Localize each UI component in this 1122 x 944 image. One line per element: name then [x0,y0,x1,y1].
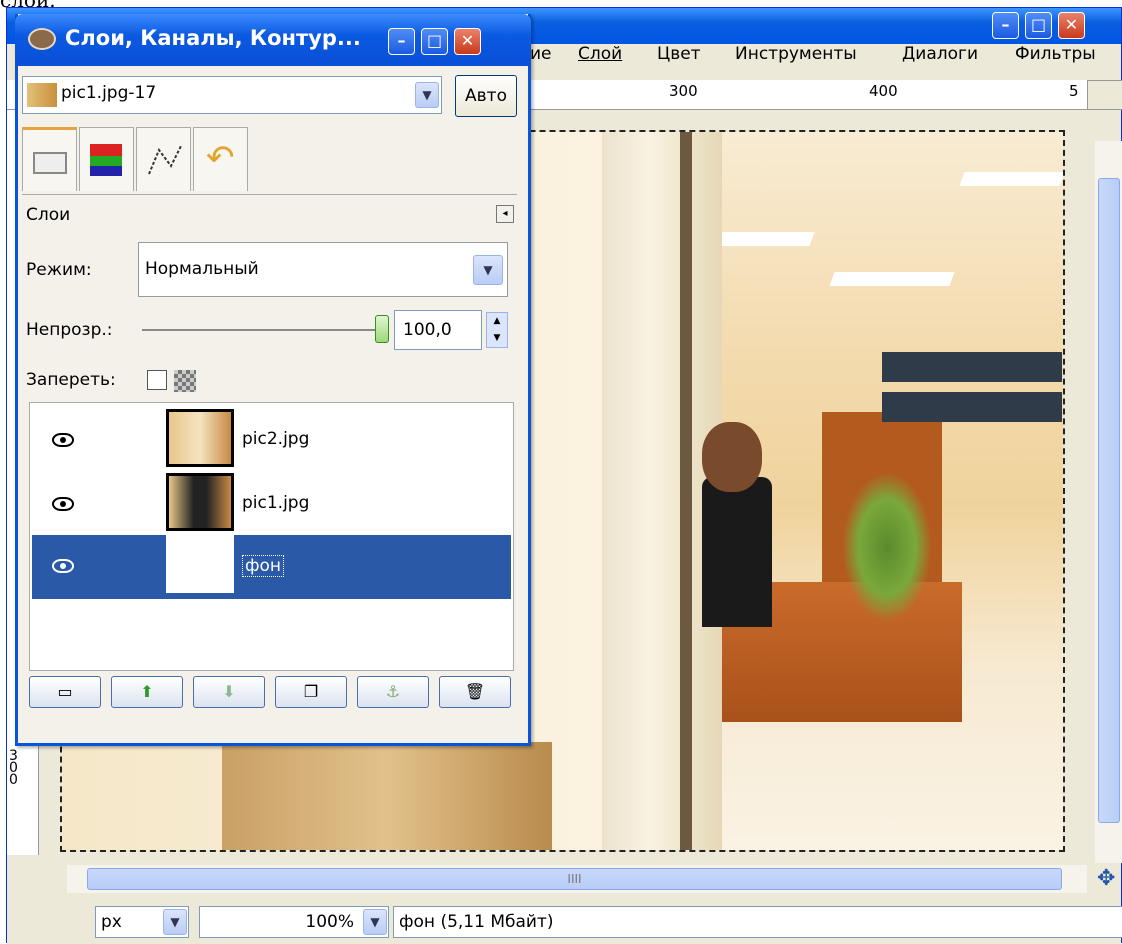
status-bar: px ▼ 100% ▼ фон (5,11 Мбайт) [7,903,1122,944]
dialog-title: Слои, Каналы, Контур... [65,26,361,50]
panel-menu-icon[interactable]: ◂ [496,205,514,223]
layer-row[interactable]: pic2.jpg [32,409,511,473]
blue-channel-icon [90,166,122,176]
navigate-icon[interactable]: ✥ [1097,866,1115,891]
unit-value: px [101,912,122,932]
layer-row[interactable]: pic1.jpg [32,473,511,537]
chevron-down-icon[interactable]: ▼ [363,909,387,935]
duplicate-layer-icon[interactable]: ❐ [275,676,347,708]
opacity-stepper-icon[interactable]: ▲ ▼ [486,312,508,348]
photo-light [959,172,1063,186]
mode-value: Нормальный [145,259,259,279]
photo-light [829,272,955,286]
image-select-value: pic1.jpg-17 [61,83,157,103]
layers-tab-icon[interactable] [22,127,77,191]
layer-thumbnail [166,409,234,467]
image-thumb-icon [27,83,57,107]
photo-pillar-edge [680,132,692,850]
lock-pixels-checkbox[interactable] [147,370,167,390]
eye-icon[interactable] [52,433,74,447]
undo-tab-icon[interactable]: ↶ [193,127,248,191]
dialog-titlebar: Слои, Каналы, Контур... – □ ✕ [15,14,531,66]
auto-button[interactable]: Авто [455,75,517,117]
minimize-button[interactable]: – [388,28,415,55]
zoom-value: 100% [305,912,354,932]
chevron-down-icon[interactable]: ▼ [163,909,187,935]
opacity-value: 100,0 [403,320,452,340]
panel-title: Слои [26,205,71,225]
photo-plant [842,472,932,622]
zoom-select[interactable]: 100% [199,906,389,938]
ruler-label: 300 [9,748,18,788]
mode-select[interactable]: Нормальный ▼ [138,242,508,297]
new-layer-icon[interactable]: ▭ [29,676,101,708]
opacity-spinbox[interactable]: 100,0 [394,310,482,350]
menu-layer[interactable]: Слой [578,44,622,64]
status-info: фон (5,11 Мбайт) [393,906,1122,938]
photo-wood-panel [222,742,552,850]
layers-dialog: Слои, Каналы, Контур... – □ ✕ pic1.jpg-1… [15,14,531,746]
undo-glyph-icon: ↶ [206,138,235,178]
ruler-label: 5 [1069,82,1079,100]
chevron-down-icon[interactable]: ▼ [415,82,439,108]
layer-button-bar: ▭ ⬆ ⬇ ❐ ⚓ 🗑 [29,676,514,710]
dialog-tabs: ↶ [22,127,517,192]
raise-layer-icon[interactable]: ⬆ [111,676,183,708]
lock-alpha-icon[interactable] [174,370,196,392]
channels-tab-icon[interactable] [79,127,134,191]
chevron-down-icon[interactable]: ▼ [473,255,503,285]
ruler-label: 400 [869,82,898,100]
ruler-label: 300 [669,82,698,100]
paths-glyph-icon [148,145,182,175]
layer-row-selected[interactable]: фон [32,535,511,599]
vertical-scroll-thumb[interactable] [1098,178,1120,823]
gimp-icon [28,28,56,50]
zoom-toggle-icon[interactable] [1087,80,1122,110]
menu-dialogs[interactable]: Диалоги [902,44,978,64]
close-button[interactable]: ✕ [1058,12,1085,39]
paths-tab-icon[interactable] [136,127,191,191]
menu-color[interactable]: Цвет [657,44,701,64]
photo-person-head [702,422,762,492]
layer-thumbnail [166,473,234,531]
lower-layer-icon[interactable]: ⬇ [193,676,265,708]
layer-name: pic1.jpg [242,493,310,513]
image-select[interactable]: pic1.jpg-17 ▼ [22,76,442,114]
horizontal-scroll-thumb[interactable]: IIII [87,868,1062,890]
mode-label: Режим: [26,260,92,280]
minimize-button[interactable]: – [992,12,1019,39]
lock-label: Запереть: [26,370,116,390]
delete-layer-icon[interactable]: 🗑 [439,676,511,708]
eye-icon[interactable] [52,497,74,511]
opacity-label: Непрозр.: [26,320,113,340]
photo-person-body [702,477,772,627]
opacity-slider-track[interactable] [142,329,382,331]
maximize-button[interactable]: □ [1025,12,1052,39]
menu-item-partial[interactable]: ие [530,44,552,64]
layers-glyph-icon [33,152,67,174]
layer-list[interactable]: pic2.jpg pic1.jpg фон [29,402,514,671]
menu-tools[interactable]: Инструменты [735,44,857,64]
maximize-button[interactable]: □ [421,28,448,55]
red-channel-icon [90,144,122,156]
green-channel-icon [90,156,122,166]
status-info-text: фон (5,11 Мбайт) [399,912,554,932]
layer-name: pic2.jpg [242,429,310,449]
opacity-slider-handle[interactable] [375,315,389,343]
photo-sign [882,392,1062,422]
eye-icon[interactable] [52,559,74,573]
anchor-layer-icon[interactable]: ⚓ [357,676,429,708]
close-button[interactable]: ✕ [454,28,481,55]
layer-name: фон [242,555,285,577]
photo-sign [882,352,1062,382]
layer-thumbnail [166,535,234,593]
menu-filters[interactable]: Фильтры [1015,44,1096,64]
